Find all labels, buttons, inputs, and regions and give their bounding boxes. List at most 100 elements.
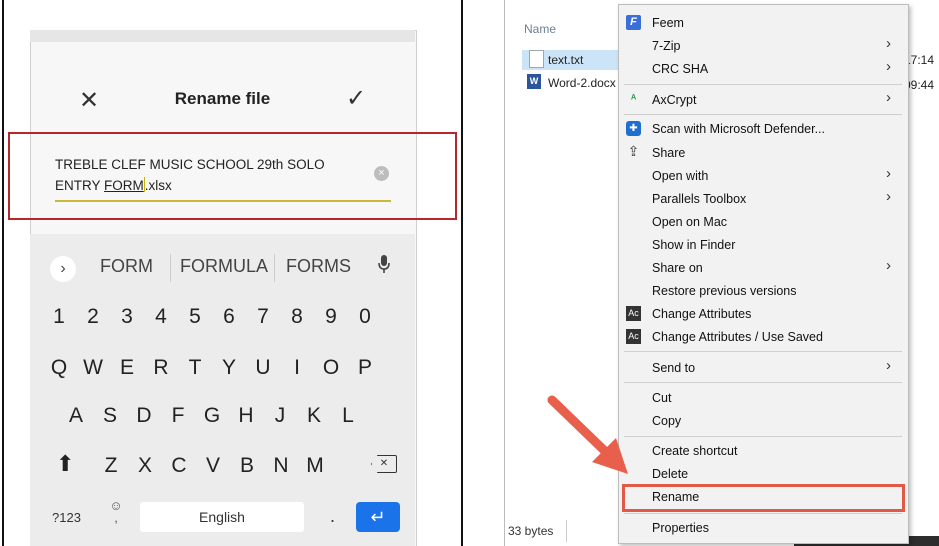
key-f[interactable]: F	[164, 404, 192, 428]
key-j[interactable]: J	[266, 404, 294, 428]
key-1[interactable]: 1	[45, 305, 73, 329]
key-m[interactable]: M	[301, 454, 329, 478]
key-g[interactable]: G	[198, 404, 226, 428]
menu-item-share[interactable]: Share	[652, 146, 685, 160]
symbols-key[interactable]: ?123	[52, 510, 81, 525]
menu-item-share-on[interactable]: Share on	[652, 261, 703, 275]
chevron-right-icon: ›	[886, 89, 891, 106]
menu-item-show-in-finder[interactable]: Show in Finder	[652, 238, 735, 252]
menu-item-create-shortcut[interactable]: Create shortcut	[652, 444, 737, 458]
key-4[interactable]: 4	[147, 305, 175, 329]
key-e[interactable]: E	[113, 356, 141, 380]
chevron-right-icon: ›	[886, 257, 891, 274]
chevron-right-icon: ›	[886, 165, 891, 182]
chevron-right-icon: ›	[886, 58, 891, 75]
suggestion-form[interactable]: FORM	[100, 256, 153, 277]
keyboard	[30, 234, 415, 546]
key-q[interactable]: Q	[45, 356, 73, 380]
key-s[interactable]: S	[96, 404, 124, 428]
status-bar-size: 33 bytes	[508, 524, 554, 538]
chevron-right-icon: ›	[886, 188, 891, 205]
suggestion-forms[interactable]: FORMS	[286, 256, 351, 277]
period-key[interactable]: .	[330, 506, 335, 527]
menu-item-delete[interactable]: Delete	[652, 467, 688, 481]
feem-icon: F	[626, 15, 641, 30]
menu-separator	[624, 513, 902, 514]
microphone-icon[interactable]	[377, 254, 391, 279]
key-w[interactable]: W	[79, 356, 107, 380]
menu-item-parallels[interactable]: Parallels Toolbox	[652, 192, 746, 206]
menu-item-send-to[interactable]: Send to	[652, 361, 695, 375]
menu-separator	[624, 351, 902, 352]
space-key[interactable]: English	[140, 502, 304, 532]
key-k[interactable]: K	[300, 404, 328, 428]
menu-item-copy[interactable]: Copy	[652, 414, 681, 428]
chevron-right-icon[interactable]: ›	[50, 256, 76, 282]
phone-top-bar	[30, 30, 415, 42]
menu-item-restore[interactable]: Restore previous versions	[652, 284, 797, 298]
key-0[interactable]: 0	[351, 305, 379, 329]
key-a[interactable]: A	[62, 404, 90, 428]
menu-item-defender[interactable]: Scan with Microsoft Defender...	[652, 122, 825, 136]
menu-separator	[624, 114, 902, 115]
word-document-icon: W	[527, 74, 541, 89]
menu-item-axcrypt[interactable]: AxCrypt	[652, 93, 696, 107]
key-v[interactable]: V	[199, 454, 227, 478]
panel-border-right	[461, 0, 463, 546]
key-8[interactable]: 8	[283, 305, 311, 329]
microphone-icon	[378, 255, 390, 273]
key-n[interactable]: N	[267, 454, 295, 478]
key-o[interactable]: O	[317, 356, 345, 380]
file-name[interactable]: text.txt	[548, 53, 583, 67]
key-7[interactable]: 7	[249, 305, 277, 329]
axcrypt-icon: ᴬ	[630, 93, 637, 105]
menu-separator	[624, 382, 902, 383]
column-header-name[interactable]: Name	[524, 22, 556, 36]
key-y[interactable]: Y	[215, 356, 243, 380]
key-9[interactable]: 9	[317, 305, 345, 329]
key-t[interactable]: T	[181, 356, 209, 380]
menu-item-7zip[interactable]: 7-Zip	[652, 39, 680, 53]
key-u[interactable]: U	[249, 356, 277, 380]
menu-item-properties[interactable]: Properties	[652, 521, 709, 535]
menu-item-cut[interactable]: Cut	[652, 391, 671, 405]
menu-item-open-on-mac[interactable]: Open on Mac	[652, 215, 727, 229]
emoji-comma-key[interactable]: ☺ ,	[106, 499, 126, 525]
shift-icon[interactable]: ⬆	[56, 451, 74, 477]
key-z[interactable]: Z	[97, 454, 125, 478]
key-i[interactable]: I	[283, 356, 311, 380]
file-name[interactable]: Word-2.docx	[548, 76, 616, 90]
share-icon: ⇪	[627, 143, 640, 159]
key-x[interactable]: X	[131, 454, 159, 478]
suggestion-formula[interactable]: FORMULA	[180, 256, 268, 277]
menu-item-change-attributes-saved[interactable]: Change Attributes / Use Saved	[652, 330, 823, 344]
menu-item-crc-sha[interactable]: CRC SHA	[652, 62, 708, 76]
menu-item-change-attributes[interactable]: Change Attributes	[652, 307, 751, 321]
key-c[interactable]: C	[165, 454, 193, 478]
comma-label: ,	[114, 510, 118, 525]
chevron-right-icon: ›	[886, 357, 891, 374]
key-r[interactable]: R	[147, 356, 175, 380]
key-h[interactable]: H	[232, 404, 260, 428]
android-rename-panel: ✕ Rename file ✓ TREBLE CLEF MUSIC SCHOOL…	[0, 0, 463, 546]
panel-border-left	[2, 0, 4, 546]
key-3[interactable]: 3	[113, 305, 141, 329]
key-5[interactable]: 5	[181, 305, 209, 329]
change-attributes-icon: Ac	[626, 329, 641, 344]
menu-separator	[624, 84, 902, 85]
menu-item-open-with[interactable]: Open with	[652, 169, 708, 183]
key-6[interactable]: 6	[215, 305, 243, 329]
confirm-icon[interactable]: ✓	[346, 84, 366, 113]
enter-icon[interactable]: ↵	[356, 502, 400, 532]
key-b[interactable]: B	[233, 454, 261, 478]
rename-highlight-box	[622, 484, 905, 512]
key-2[interactable]: 2	[79, 305, 107, 329]
menu-item-feem[interactable]: Feem	[652, 16, 684, 30]
key-l[interactable]: L	[334, 404, 362, 428]
text-file-icon	[529, 50, 544, 68]
shield-icon: ✚	[626, 121, 641, 136]
key-d[interactable]: D	[130, 404, 158, 428]
key-p[interactable]: P	[351, 356, 379, 380]
chevron-right-icon: ›	[886, 35, 891, 52]
close-icon[interactable]: ✕	[78, 86, 100, 115]
